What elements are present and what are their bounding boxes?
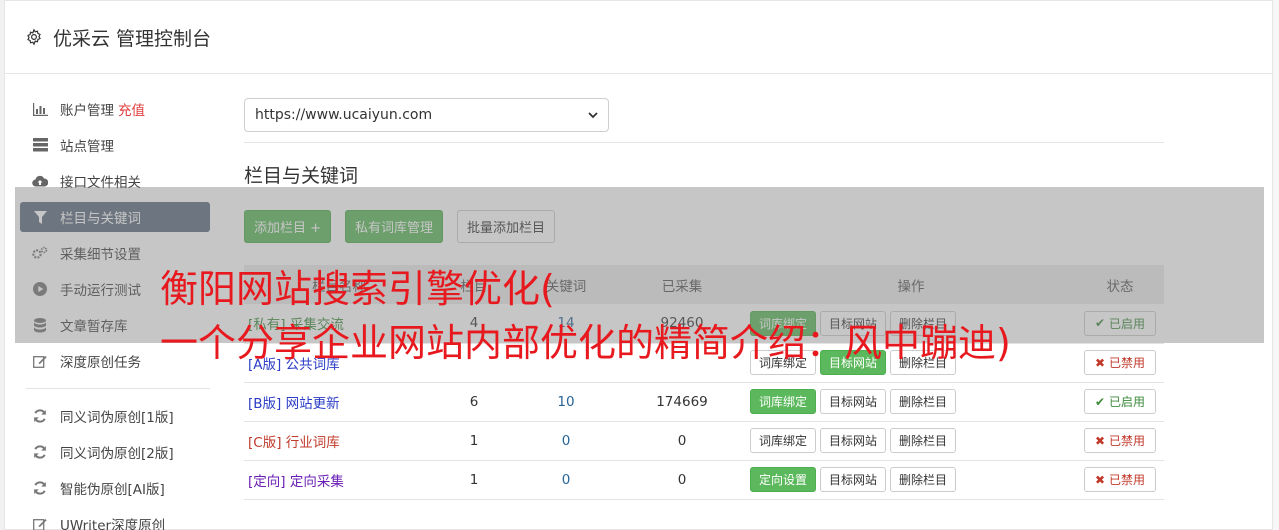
close-icon: ✖: [1095, 472, 1106, 487]
status-toggle[interactable]: ✔ 已启用: [1084, 389, 1156, 414]
page-title: 优采云 管理控制台: [53, 27, 212, 50]
sidebar-item-label: 智能伪原创[AI版]: [60, 482, 165, 498]
keyword-count[interactable]: 0: [514, 421, 618, 461]
bind-lib-button[interactable]: 词库绑定: [750, 428, 817, 453]
close-icon: ✖: [1095, 433, 1106, 448]
site-select[interactable]: https://www.ucaiyun.com: [244, 98, 609, 132]
delete-column-button[interactable]: 删除栏目: [890, 467, 957, 492]
edit-icon: [32, 516, 48, 530]
sidebar-item-label: 同义词伪原创[1版]: [60, 410, 174, 426]
edit-icon: [32, 353, 48, 369]
status-toggle[interactable]: ✖ 已禁用: [1084, 428, 1156, 453]
chevron-down-icon: [588, 111, 598, 118]
refresh-icon: [32, 480, 48, 496]
sidebar-item-label: 同义词伪原创[2版]: [60, 446, 174, 462]
sidebar-item-label: 账户管理: [60, 103, 114, 119]
header: 优采云 管理控制台: [5, 1, 1272, 74]
overlay-headline: 衡阳网站搜索引擎优化( 一个分享企业网站内部优化的精简介绍：风中蹦迪): [160, 262, 1270, 370]
column-name: 行业词库: [285, 434, 340, 451]
site-select-value: https://www.ucaiyun.com: [255, 107, 433, 123]
refresh-icon: [32, 444, 48, 460]
sidebar-item-label: 站点管理: [60, 139, 114, 155]
actions-cell: 词库绑定 目标网站 删除栏目: [746, 421, 1076, 461]
directed-settings-button[interactable]: 定向设置: [750, 467, 817, 492]
actions-cell: 定向设置 目标网站 删除栏目: [746, 460, 1076, 500]
delete-column-button[interactable]: 删除栏目: [890, 428, 957, 453]
status-toggle[interactable]: ✖ 已禁用: [1084, 467, 1156, 492]
sidebar-item-label: 深度原创任务: [60, 355, 141, 371]
gear-icon: [27, 28, 41, 46]
status-cell: ✖ 已禁用: [1076, 421, 1164, 461]
column-count: 1: [434, 421, 514, 461]
refresh-icon: [32, 408, 48, 424]
column-tag: [定向]: [248, 473, 286, 490]
bar-chart-icon: [32, 101, 48, 117]
keyword-count[interactable]: 10: [514, 382, 618, 422]
scrollbar[interactable]: [1273, 0, 1279, 530]
server-icon: [32, 137, 48, 153]
check-icon: ✔: [1095, 394, 1106, 409]
sidebar-item-label: UWriter深度原创: [60, 518, 166, 530]
sidebar-item-account[interactable]: 账户管理 充值: [20, 94, 210, 124]
column-count: 6: [434, 382, 514, 422]
delete-column-button[interactable]: 删除栏目: [890, 389, 957, 414]
column-name: 定向采集: [289, 473, 344, 490]
status-label: 已禁用: [1108, 473, 1145, 487]
sidebar-item-synonym-v2[interactable]: 同义词伪原创[2版]: [20, 437, 210, 467]
table-row: [C版] 行业词库 1 0 0 词库绑定 目标网站 删除栏目 ✖ 已禁用: [244, 421, 1164, 461]
target-site-button[interactable]: 目标网站: [820, 389, 887, 414]
sidebar-item-sites[interactable]: 站点管理: [20, 130, 210, 160]
column-name-cell[interactable]: [B版] 网站更新: [244, 382, 434, 422]
column-tag: [C版]: [248, 434, 282, 451]
sidebar-item-synonym-v1[interactable]: 同义词伪原创[1版]: [20, 401, 210, 431]
status-label: 已禁用: [1108, 434, 1145, 448]
target-site-button[interactable]: 目标网站: [820, 428, 887, 453]
collected-count: 0: [618, 421, 746, 461]
bind-lib-button[interactable]: 词库绑定: [750, 389, 817, 414]
column-name: 网站更新: [285, 395, 340, 412]
target-site-button[interactable]: 目标网站: [820, 467, 887, 492]
collected-count: 0: [618, 460, 746, 500]
column-name-cell[interactable]: [C版] 行业词库: [244, 421, 434, 461]
overlay-line-2: 一个分享企业网站内部优化的精简介绍：风中蹦迪): [160, 321, 1011, 365]
status-cell: ✔ 已启用: [1076, 382, 1164, 422]
divider: [244, 142, 1164, 143]
overlay-line-1: 衡阳网站搜索引擎优化(: [160, 267, 555, 311]
column-count: 1: [434, 460, 514, 500]
keyword-count[interactable]: 0: [514, 460, 618, 500]
status-cell: ✖ 已禁用: [1076, 460, 1164, 500]
section-title: 栏目与关键词: [244, 165, 359, 187]
sidebar-item-uwriter[interactable]: UWriter深度原创: [20, 509, 210, 530]
column-name-cell[interactable]: [定向] 定向采集: [244, 460, 434, 500]
sidebar-divider: [26, 388, 210, 389]
table-row: [定向] 定向采集 1 0 0 定向设置 目标网站 删除栏目 ✖ 已禁用: [244, 460, 1164, 500]
sidebar-item-ai-rewrite[interactable]: 智能伪原创[AI版]: [20, 473, 210, 503]
collected-count: 174669: [618, 382, 746, 422]
actions-cell: 词库绑定 目标网站 删除栏目: [746, 382, 1076, 422]
recharge-link[interactable]: 充值: [118, 99, 145, 119]
column-tag: [B版]: [248, 395, 282, 412]
status-label: 已启用: [1108, 395, 1145, 409]
table-row: [B版] 网站更新 6 10 174669 词库绑定 目标网站 删除栏目 ✔ 已…: [244, 382, 1164, 422]
